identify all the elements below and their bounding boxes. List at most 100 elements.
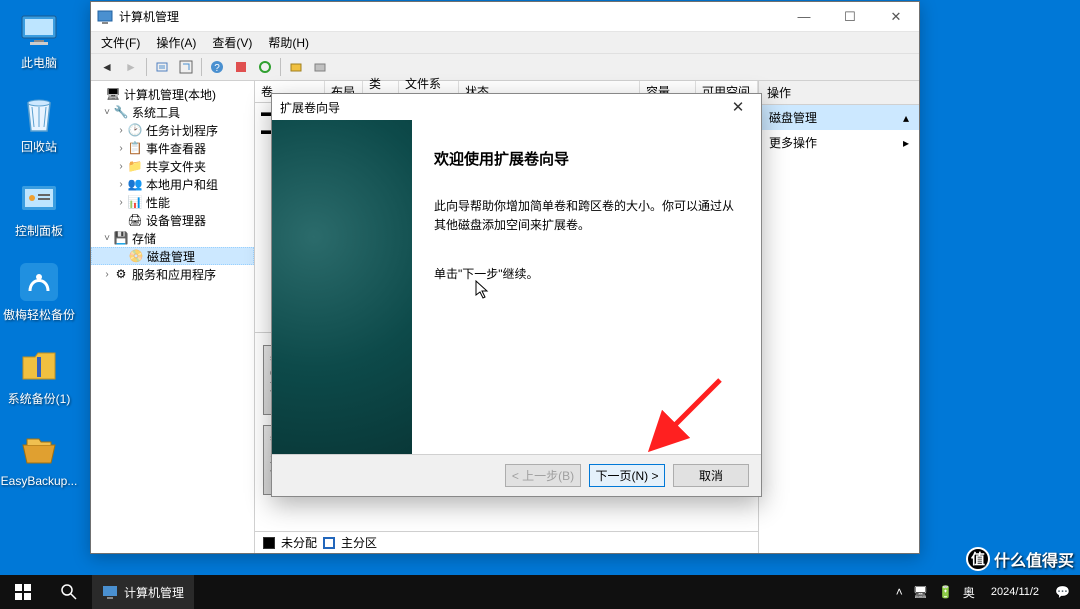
folder-zip-icon [19,346,59,386]
next-button[interactable]: 下一页(N) > [589,464,665,487]
desktop-icon-label: 系统备份(1) [8,390,71,407]
tree-storage[interactable]: ˅💾存储 [91,229,254,247]
taskbar: 计算机管理 ˄ 🖥 🔋 奥 2024/11/2 💬 [0,575,1080,609]
menu-file[interactable]: 文件(F) [93,34,148,51]
desktop-icons: 此电脑 回收站 控制面板 傲梅轻松备份 系统备份(1) EasyBackup..… [0,6,78,510]
up-button[interactable] [150,56,174,78]
watermark-icon: 值 [966,547,990,571]
actions-panel: 操作 磁盘管理▴ 更多操作▸ [759,81,919,553]
app-icon [102,584,118,600]
start-button[interactable] [0,575,46,609]
close-button[interactable]: ✕ [873,2,919,31]
tree-services[interactable]: ›⚙服务和应用程序 [91,265,254,283]
actions-header: 操作 [759,81,919,105]
menu-view[interactable]: 查看(V) [204,34,260,51]
menu-help[interactable]: 帮助(H) [260,34,317,51]
minimize-button[interactable]: — [781,2,827,31]
desktop-icon-control[interactable]: 控制面板 [0,174,78,252]
cursor-icon [475,280,491,305]
disk-icon: 📀 [128,248,144,264]
tree-item[interactable]: 🖨设备管理器 [91,211,254,229]
tree-item[interactable]: ›🕑任务计划程序 [91,121,254,139]
legend-swatch-unalloc [263,537,275,549]
actions-diskmgmt[interactable]: 磁盘管理▴ [759,105,919,130]
perf-icon: 📊 [127,194,143,210]
storage-icon: 💾 [113,230,129,246]
actions-more[interactable]: 更多操作▸ [759,130,919,155]
tray-input-icon[interactable]: 奥 [963,584,975,601]
wizard-description: 此向导帮助你增加简单卷和跨区卷的大小。你可以通过从其他磁盘添加空间来扩展卷。 [434,197,739,235]
toolbar: ◄ ► ? [91,54,919,81]
control-panel-icon [19,178,59,218]
computer-icon [19,10,59,50]
wizard-sidebar-image [272,120,412,454]
computer-icon: 🖥 [105,86,121,102]
tree-systools[interactable]: ˅🔧系统工具 [91,103,254,121]
share-icon: 📁 [127,158,143,174]
desktop-icon-label: 控制面板 [15,222,63,239]
refresh-button[interactable] [174,56,198,78]
wizard-title: 扩展卷向导 [280,99,723,116]
close-button[interactable]: ✕ [723,98,753,116]
maximize-button[interactable]: ☐ [827,2,873,31]
legend-label: 主分区 [341,534,377,551]
tools-icon: 🔧 [113,104,129,120]
legend: 未分配 主分区 [255,531,758,553]
tool-icon[interactable] [253,56,277,78]
wizard-buttons: < 上一步(B) 下一页(N) > 取消 [272,454,761,496]
legend-swatch-primary [323,537,335,549]
tray-icon[interactable]: 🖥 [913,585,928,599]
chevron-up-icon: ▴ [903,111,909,125]
tray-chevron-icon[interactable]: ˄ [896,585,903,599]
back-button[interactable]: ◄ [95,56,119,78]
desktop-icon-easybackup[interactable]: EasyBackup... [0,426,78,504]
titlebar[interactable]: 计算机管理 — ☐ ✕ [91,2,919,32]
taskbar-app-label: 计算机管理 [124,584,184,601]
event-icon: 📋 [127,140,143,156]
desktop-icon-label: 回收站 [21,138,57,155]
legend-label: 未分配 [281,534,317,551]
tree-item[interactable]: ›👥本地用户和组 [91,175,254,193]
desktop-icon-sysbackup[interactable]: 系统备份(1) [0,342,78,420]
device-icon: 🖨 [127,212,143,228]
search-button[interactable] [46,575,92,609]
users-icon: 👥 [127,176,143,192]
back-button: < 上一步(B) [505,464,581,487]
services-icon: ⚙ [113,266,129,282]
wizard-content: 欢迎使用扩展卷向导 此向导帮助你增加简单卷和跨区卷的大小。你可以通过从其他磁盘添… [412,120,761,454]
desktop-icon-computer[interactable]: 此电脑 [0,6,78,84]
aomei-icon [19,262,59,302]
easybackup-icon [19,430,59,470]
cancel-button[interactable]: 取消 [673,464,749,487]
recycle-icon [19,94,59,134]
wizard-titlebar[interactable]: 扩展卷向导 ✕ [272,94,761,120]
nav-tree: 🖥计算机管理(本地) ˅🔧系统工具 ›🕑任务计划程序 ›📋事件查看器 ›📁共享文… [91,81,255,553]
tool-icon[interactable] [229,56,253,78]
taskbar-app[interactable]: 计算机管理 [92,575,194,609]
scheduler-icon: 🕑 [127,122,143,138]
desktop-icon-label: EasyBackup... [1,474,78,488]
clock[interactable]: 2024/11/2 [985,586,1045,598]
tree-root[interactable]: 🖥计算机管理(本地) [91,85,254,103]
app-icon [97,9,113,25]
tree-item[interactable]: ›📊性能 [91,193,254,211]
tray-icon[interactable]: 🔋 [938,585,953,599]
wizard-heading: 欢迎使用扩展卷向导 [434,148,739,169]
tree-item[interactable]: ›📋事件查看器 [91,139,254,157]
help-icon[interactable]: ? [205,56,229,78]
chevron-right-icon: ▸ [903,136,909,150]
window-title: 计算机管理 [119,8,781,25]
menu-action[interactable]: 操作(A) [148,34,204,51]
extend-volume-wizard: 扩展卷向导 ✕ 欢迎使用扩展卷向导 此向导帮助你增加简单卷和跨区卷的大小。你可以… [271,93,762,497]
tool-icon[interactable] [284,56,308,78]
menubar: 文件(F) 操作(A) 查看(V) 帮助(H) [91,32,919,54]
tree-disk-mgmt[interactable]: 📀磁盘管理 [91,247,254,265]
system-tray: ˄ 🖥 🔋 奥 2024/11/2 💬 [886,584,1080,601]
tree-item[interactable]: ›📁共享文件夹 [91,157,254,175]
notifications-icon[interactable]: 💬 [1055,585,1070,599]
watermark: 值 什么值得买 [966,547,1074,571]
desktop-icon-recycle[interactable]: 回收站 [0,90,78,168]
desktop-icon-aomei[interactable]: 傲梅轻松备份 [0,258,78,336]
tool-icon[interactable] [308,56,332,78]
forward-button[interactable]: ► [119,56,143,78]
